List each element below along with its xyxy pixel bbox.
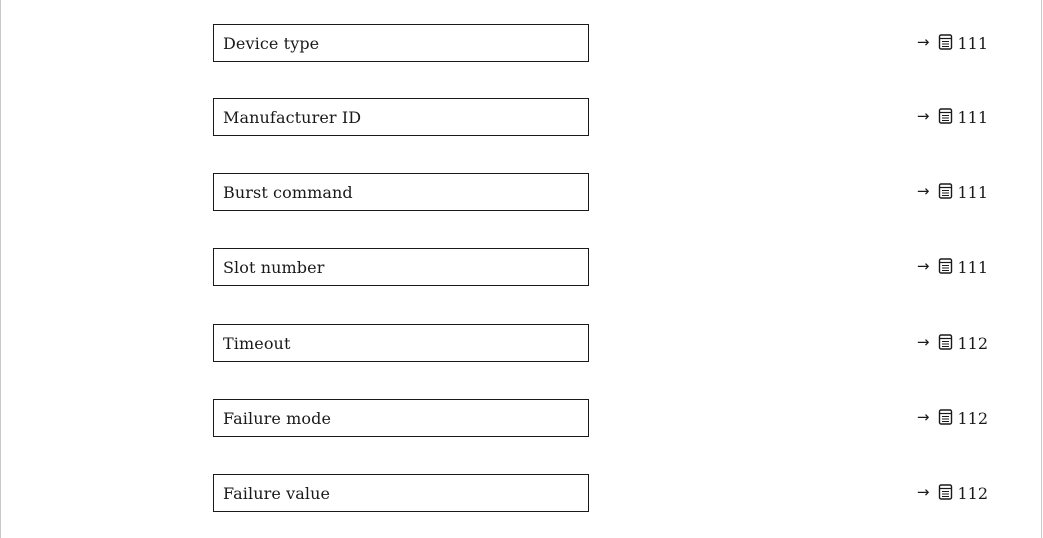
arrow-icon: → [916,483,930,501]
parameter-row: Device type → 111 [0,24,1043,64]
page-reference[interactable]: → 112 [917,399,988,437]
parameter-label: Device type [223,33,320,53]
parameter-row: Failure value → 112 [0,474,1043,514]
book-icon [938,108,953,124]
book-icon [938,34,953,50]
parameter-row: Manufacturer ID → 111 [0,98,1043,138]
page-number: 111 [957,257,988,277]
page-reference[interactable]: → 111 [917,24,988,62]
parameter-row: Failure mode → 112 [0,399,1043,439]
page-number: 111 [957,182,988,202]
book-icon [938,334,953,350]
parameter-box[interactable]: Device type [213,24,589,62]
page-number: 111 [957,107,988,127]
parameter-box[interactable]: Burst command [213,173,589,211]
parameter-box[interactable]: Failure value [213,474,589,512]
arrow-icon: → [916,182,930,200]
book-icon [938,409,953,425]
arrow-icon: → [916,333,930,351]
parameter-label: Slot number [223,257,325,277]
parameter-box[interactable]: Failure mode [213,399,589,437]
book-icon [938,183,953,199]
page-reference[interactable]: → 111 [917,248,988,286]
page-reference[interactable]: → 112 [917,324,988,362]
parameter-box[interactable]: Manufacturer ID [213,98,589,136]
page-number: 112 [957,483,988,503]
page-reference[interactable]: → 112 [917,474,988,512]
arrow-icon: → [916,257,930,275]
page-number: 112 [957,333,988,353]
parameter-row: Slot number → 111 [0,248,1043,288]
parameter-box[interactable]: Timeout [213,324,589,362]
arrow-icon: → [916,107,930,125]
parameter-label: Failure mode [223,408,332,428]
page-number: 111 [957,33,988,53]
parameter-label: Failure value [223,483,331,503]
arrow-icon: → [916,408,930,426]
page-reference[interactable]: → 111 [917,98,988,136]
book-icon [938,258,953,274]
arrow-icon: → [916,33,930,51]
page-number: 112 [957,408,988,428]
parameter-row: Burst command → 111 [0,173,1043,213]
parameter-label: Timeout [223,333,291,353]
parameter-label: Burst command [223,182,353,202]
book-icon [938,484,953,500]
parameter-row: Timeout → 112 [0,324,1043,364]
parameter-label: Manufacturer ID [223,107,362,127]
page-reference[interactable]: → 111 [917,173,988,211]
parameter-box[interactable]: Slot number [213,248,589,286]
